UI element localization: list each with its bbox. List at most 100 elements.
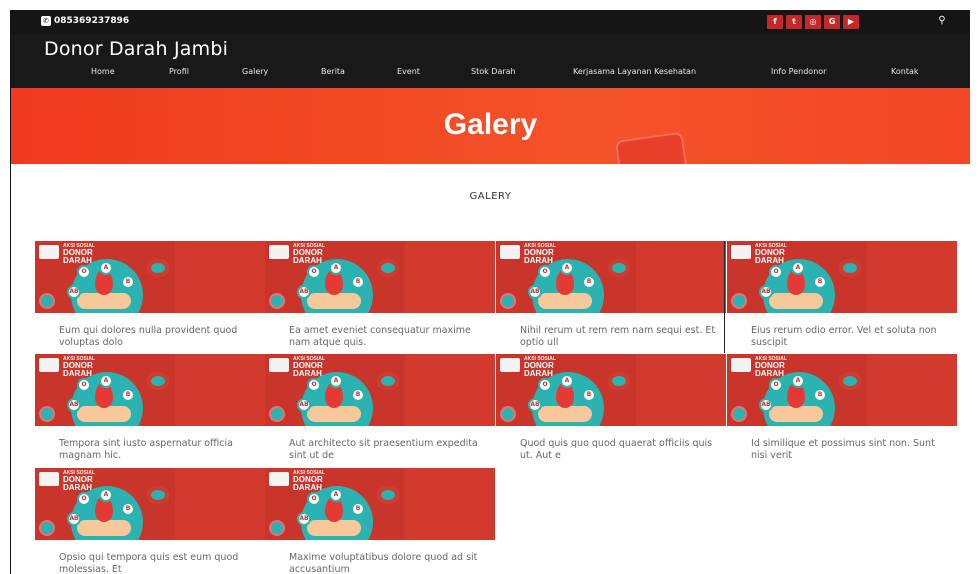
blood-type-ab: AB [759, 285, 773, 299]
social-links: f t ◎ G ▶ [767, 15, 859, 29]
gallery-caption[interactable]: Aut architecto sit praesentium expedita … [289, 438, 489, 462]
nav-event[interactable]: Event [397, 67, 420, 76]
heart-icon [147, 372, 169, 390]
heart-icon [608, 372, 630, 390]
nav-home[interactable]: Home [91, 67, 115, 76]
phone-contact[interactable]: ✆ 085369237896 [41, 16, 129, 26]
facebook-icon[interactable]: f [767, 15, 783, 29]
plus-icon [39, 406, 55, 422]
blood-type-a: A [329, 374, 343, 388]
gallery-caption[interactable]: Eius rerum odio error. Vel et soluta non… [751, 325, 951, 349]
heart-icon [377, 259, 399, 277]
blood-type-b: B [813, 388, 827, 402]
gallery-image[interactable]: AKSI SOSIAL DONOR DARAH O A B AB [496, 241, 726, 313]
blood-type-o: O [307, 378, 321, 392]
hand-icon [538, 293, 592, 309]
gallery-image[interactable]: AKSI SOSIAL DONOR DARAH O A B AB [35, 354, 265, 426]
blood-bag-icon [39, 245, 59, 259]
blood-type-a: A [791, 374, 805, 388]
hand-icon [77, 293, 131, 309]
blood-type-o: O [307, 265, 321, 279]
blood-type-o: O [538, 378, 552, 392]
blood-type-a: A [329, 488, 343, 502]
blood-type-ab: AB [67, 398, 81, 412]
blood-bag-icon [39, 358, 59, 372]
gallery-caption[interactable]: Maxime voluptatibus dolore quod ad sit a… [289, 552, 489, 574]
nav-stok-darah[interactable]: Stok Darah [471, 67, 516, 76]
blood-type-ab: AB [67, 512, 81, 526]
heart-icon [839, 372, 861, 390]
hand-icon [307, 520, 361, 536]
blood-type-b: B [582, 388, 596, 402]
gallery-caption[interactable]: Nihil rerum ut rem rem nam sequi est. Et… [520, 325, 720, 349]
nav-kontak[interactable]: Kontak [891, 67, 918, 76]
gallery-image[interactable]: AKSI SOSIAL DONOR DARAH O A B AB [727, 241, 957, 313]
image-subtitle: AKSI SOSIAL [63, 356, 95, 362]
plus-icon [269, 406, 285, 422]
nav-profil[interactable]: Profil [169, 67, 189, 76]
image-subtitle: AKSI SOSIAL [293, 243, 325, 249]
gallery-caption[interactable]: Quod quis quo quod quaerat officiis quis… [520, 438, 720, 462]
instagram-icon[interactable]: ◎ [805, 15, 821, 29]
gallery-caption[interactable]: Id similique et possimus sint non. Sunt … [751, 438, 951, 462]
gallery-image[interactable]: AKSI SOSIAL DONOR DARAH O A B AB [35, 468, 265, 540]
top-bar: ✆ 085369237896 f t ◎ G ▶ ⚲ [11, 10, 970, 34]
nav-galery[interactable]: Galery [242, 67, 268, 76]
blood-type-o: O [77, 492, 91, 506]
blood-type-a: A [99, 261, 113, 275]
site-title[interactable]: Donor Darah Jambi [44, 38, 228, 60]
image-subtitle: AKSI SOSIAL [293, 470, 325, 476]
blood-type-b: B [121, 502, 135, 516]
blood-type-o: O [769, 265, 783, 279]
blood-type-a: A [791, 261, 805, 275]
blood-type-a: A [329, 261, 343, 275]
gallery-caption[interactable]: Opsio qui tempora quis est eum quod mole… [59, 552, 259, 574]
blood-type-o: O [769, 378, 783, 392]
hand-icon [538, 406, 592, 422]
gallery-image[interactable]: AKSI SOSIAL DONOR DARAH O A B AB [265, 468, 495, 540]
heart-icon [147, 259, 169, 277]
gallery-caption[interactable]: Tempora sint iusto aspernatur officia ma… [59, 438, 259, 462]
nav-info-pendonor[interactable]: Info Pendonor [771, 67, 826, 76]
heart-icon [147, 486, 169, 504]
plus-icon [500, 406, 516, 422]
blood-type-b: B [582, 275, 596, 289]
blood-type-ab: AB [67, 285, 81, 299]
nav-kerjasama[interactable]: Kerjasama Layanan Kesehatan [573, 67, 696, 76]
gallery-image[interactable]: AKSI SOSIAL DONOR DARAH O A B AB [496, 354, 726, 426]
youtube-icon[interactable]: ▶ [843, 15, 859, 29]
google-icon[interactable]: G [824, 15, 840, 29]
page: ✆ 085369237896 f t ◎ G ▶ ⚲ Donor Darah J… [0, 0, 980, 574]
blood-type-b: B [121, 388, 135, 402]
gallery-caption[interactable]: Eum qui dolores nulla provident quod vol… [59, 325, 259, 349]
blood-bag-icon [269, 245, 289, 259]
blood-bag-icon [269, 472, 289, 486]
plus-icon [39, 520, 55, 536]
image-subtitle: AKSI SOSIAL [755, 356, 787, 362]
gallery-image[interactable]: AKSI SOSIAL DONOR DARAH O A B AB [265, 241, 495, 313]
main-nav: Home Profil Galery Berita Event Stok Dar… [11, 67, 970, 81]
blood-type-o: O [77, 378, 91, 392]
blood-type-o: O [307, 492, 321, 506]
blood-type-ab: AB [297, 398, 311, 412]
blood-type-b: B [351, 502, 365, 516]
blood-type-b: B [351, 275, 365, 289]
gallery-image[interactable]: AKSI SOSIAL DONOR DARAH O A B AB [35, 241, 265, 313]
gallery-caption[interactable]: Ea amet eveniet consequatur maxime nam a… [289, 325, 489, 349]
blood-type-o: O [538, 265, 552, 279]
nav-berita[interactable]: Berita [321, 67, 345, 76]
search-icon[interactable]: ⚲ [935, 14, 949, 28]
twitter-icon[interactable]: t [786, 15, 802, 29]
blood-type-a: A [99, 488, 113, 502]
blood-type-b: B [813, 275, 827, 289]
blood-type-ab: AB [297, 512, 311, 526]
hand-icon [307, 293, 361, 309]
heart-icon [839, 259, 861, 277]
gallery-image[interactable]: AKSI SOSIAL DONOR DARAH O A B AB [727, 354, 957, 426]
page-margin [0, 0, 10, 574]
blood-bag-icon [39, 472, 59, 486]
blood-type-ab: AB [297, 285, 311, 299]
gallery-image[interactable]: AKSI SOSIAL DONOR DARAH O A B AB [265, 354, 495, 426]
blood-type-ab: AB [528, 285, 542, 299]
hand-icon [769, 406, 823, 422]
